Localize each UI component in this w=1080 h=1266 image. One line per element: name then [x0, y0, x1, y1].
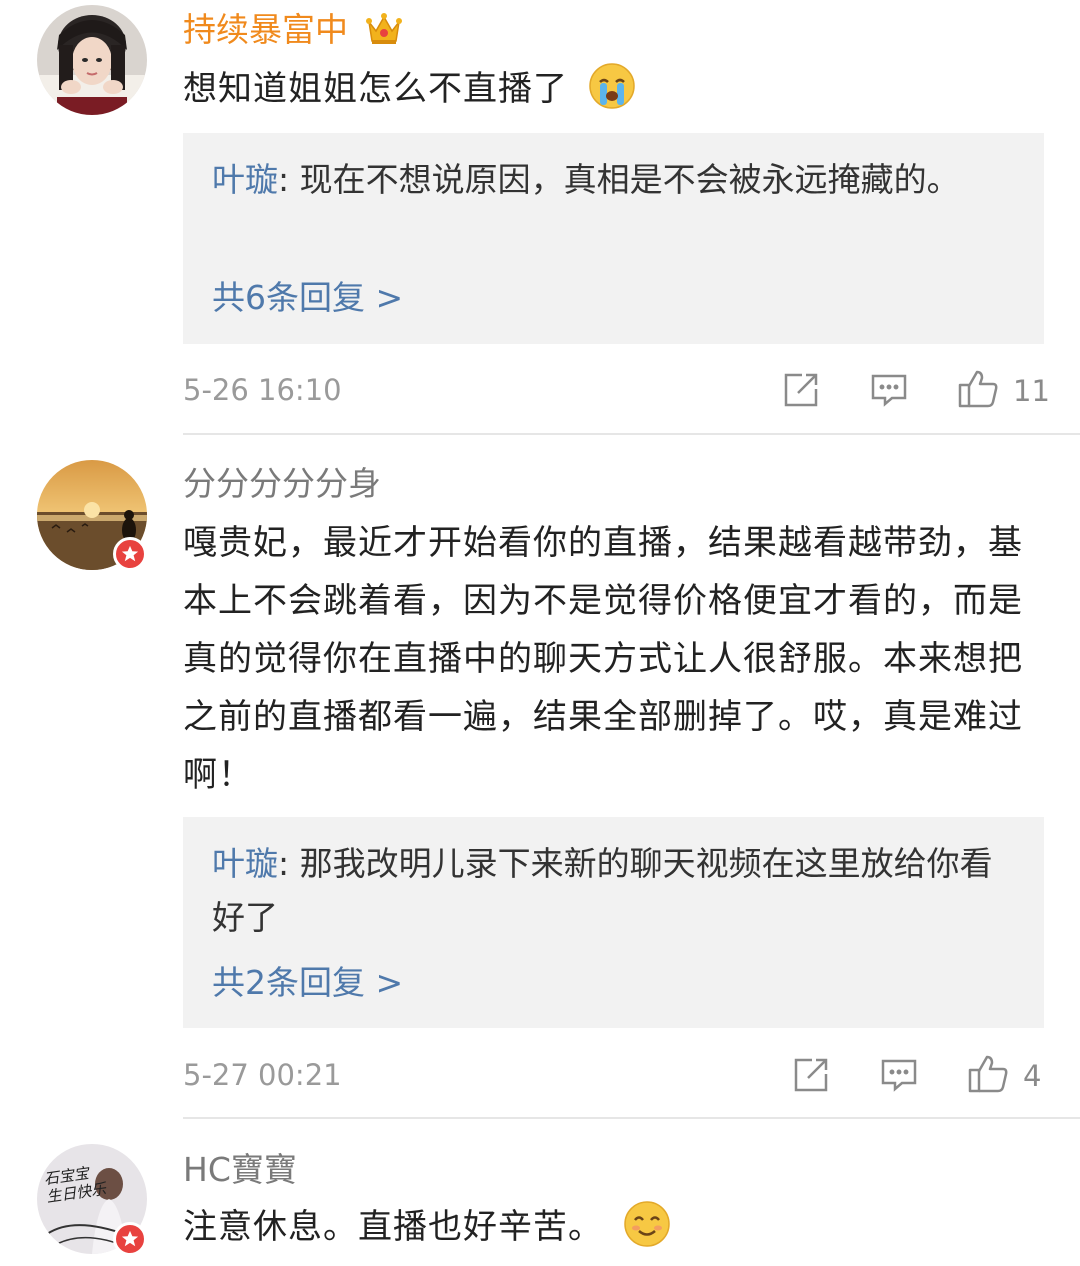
more-replies-link[interactable]: 共2条回复 > [212, 963, 403, 1003]
comment-text: 注意休息。直播也好辛苦。 [183, 1198, 1043, 1266]
comment-text: 想知道姐姐怎么不直播了 [183, 60, 1043, 128]
reply-separator: : [278, 844, 300, 883]
repost-button[interactable] [782, 371, 820, 413]
reply-separator: : [278, 160, 300, 199]
like-count: 11 [1013, 374, 1050, 408]
like-count: 4 [1023, 1059, 1042, 1093]
like-icon [957, 369, 999, 413]
crown-icon [365, 11, 403, 56]
divider [183, 1117, 1080, 1119]
reply-body: 现在不想说原因，真相是不会被永远掩藏的。 [299, 160, 960, 199]
comment-body: 注意休息。直播也好辛苦。 [183, 1207, 603, 1247]
username[interactable]: 持续暴富中 [183, 10, 403, 56]
more-replies-link[interactable]: 共6条回复 > [212, 278, 403, 318]
like-button[interactable]: 11 [957, 369, 1050, 413]
verified-badge-icon [113, 1222, 147, 1256]
reply-author[interactable]: 叶璇 [212, 844, 278, 883]
username[interactable]: 分分分分分身 [183, 464, 381, 504]
comment-button[interactable] [870, 371, 908, 413]
reply-preview-box[interactable]: 叶璇: 现在不想说原因，真相是不会被永远掩藏的。 共6条回复 > [183, 133, 1044, 344]
reply-author[interactable]: 叶璇 [212, 160, 278, 199]
comment-item: 持续暴富中 想知道姐姐怎么不直播了 叶璇: 现在不想说原因，真相是不会被永远掩藏… [0, 0, 1080, 435]
avatar[interactable] [37, 5, 147, 115]
comment-text: 嘎贵妃，最近才开始看你的直播，结果越看越带劲，基本上不会跳着看，因为不是觉得价格… [183, 523, 1023, 795]
username[interactable]: HC寶寶 [183, 1150, 297, 1190]
comment-body: 想知道姐姐怎么不直播了 [183, 69, 568, 109]
like-icon [967, 1054, 1009, 1098]
repost-icon [792, 1056, 830, 1098]
like-button[interactable]: 4 [967, 1054, 1041, 1098]
timestamp: 5-27 00:21 [183, 1058, 342, 1092]
reply-body: 那我改明儿录下来新的聊天视频在这里放给你看好了 [212, 844, 993, 937]
divider [183, 433, 1080, 435]
reply-preview-text: 叶璇: 那我改明儿录下来新的聊天视频在这里放给你看好了 [212, 837, 1012, 945]
comment-icon [880, 1056, 918, 1098]
comment-button[interactable] [880, 1056, 918, 1098]
reply-preview-box[interactable]: 叶璇: 那我改明儿录下来新的聊天视频在这里放给你看好了 共2条回复 > [183, 817, 1044, 1028]
repost-button[interactable] [792, 1056, 830, 1098]
crying-emoji-icon [588, 62, 636, 128]
comment-icon [870, 371, 908, 413]
smile-emoji-icon [623, 1200, 671, 1266]
timestamp: 5-26 16:10 [183, 373, 342, 407]
verified-badge-icon [113, 537, 147, 571]
username-text[interactable]: 持续暴富中 [183, 10, 348, 49]
repost-icon [782, 371, 820, 413]
reply-preview-text: 叶璇: 现在不想说原因，真相是不会被永远掩藏的。 [212, 153, 1012, 207]
